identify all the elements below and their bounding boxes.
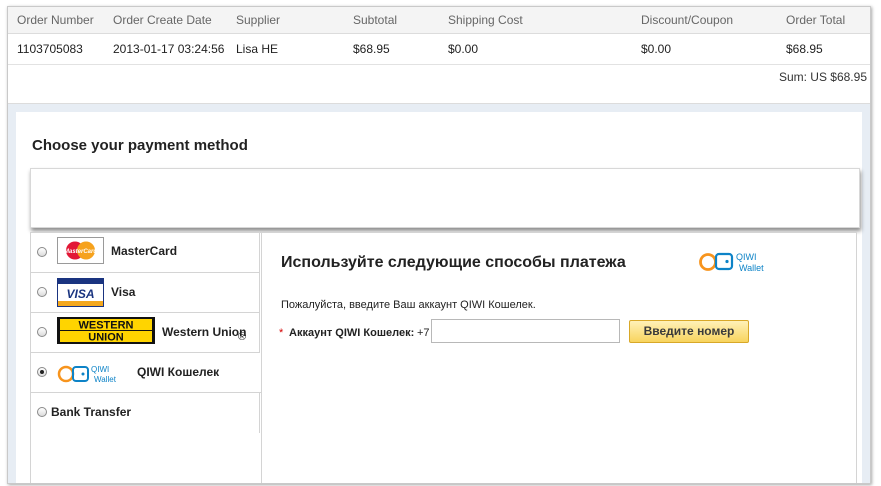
mastercard-logo-icon: MasterCard bbox=[57, 237, 104, 264]
col-shipping-cost: Shipping Cost bbox=[448, 7, 641, 34]
col-order-total: Order Total bbox=[786, 7, 870, 34]
qiwi-form-description: Пожалуйста, введите Ваш аккаунт QIWI Кош… bbox=[281, 299, 536, 311]
visa-label: Visa bbox=[111, 285, 136, 299]
qiwi-heading-logo-bottom: Wallet bbox=[739, 263, 764, 273]
qiwi-logo-bottom-text: Wallet bbox=[94, 375, 117, 384]
supplier-cell: Lisa HE bbox=[236, 33, 353, 65]
payment-method-list: MasterCard MasterCard VISA Visa WESTERN … bbox=[31, 233, 261, 433]
col-subtotal: Subtotal bbox=[353, 7, 448, 34]
qiwi-account-label: Аккаунт QIWI Кошелек: bbox=[289, 327, 415, 339]
payment-method-panel: MasterCard MasterCard VISA Visa WESTERN … bbox=[30, 232, 857, 483]
qiwi-label: QIWI Кошелек bbox=[137, 365, 220, 379]
col-order-create-date: Order Create Date bbox=[113, 7, 236, 34]
order-number-cell: 1103705083 bbox=[8, 33, 113, 65]
order-sum-row: Sum: US $68.95 bbox=[8, 65, 870, 104]
order-total-cell: $68.95 bbox=[786, 33, 870, 65]
visa-logo-icon: VISA bbox=[57, 278, 104, 307]
payment-option-visa[interactable]: VISA Visa bbox=[31, 273, 260, 313]
payment-option-western-union[interactable]: WESTERN UNION Western Union ® bbox=[31, 313, 260, 353]
phone-prefix: +7 bbox=[417, 327, 430, 339]
table-row: 1103705083 2013-01-17 03:24:56 Lisa HE $… bbox=[8, 33, 870, 65]
payment-option-qiwi[interactable]: QIWI Wallet QIWI Кошелек bbox=[31, 353, 261, 393]
wu-logo-line2: UNION bbox=[88, 332, 124, 344]
western-union-label: Western Union bbox=[162, 325, 247, 339]
bank-transfer-label: Bank Transfer bbox=[51, 405, 132, 419]
qiwi-logo-top-text: QIWI bbox=[91, 365, 109, 374]
required-asterisk: * bbox=[279, 327, 284, 339]
col-supplier: Supplier bbox=[236, 7, 353, 34]
mastercard-logo-text: MasterCard bbox=[64, 249, 97, 255]
qiwi-form-heading: Используйте следующие способы платежа bbox=[281, 254, 626, 271]
visa-radio[interactable] bbox=[37, 287, 47, 297]
payment-section: Choose your payment method MasterCard Ma… bbox=[8, 104, 870, 483]
payment-container: Choose your payment method MasterCard Ma… bbox=[16, 112, 862, 483]
qiwi-account-input[interactable] bbox=[431, 319, 620, 343]
discount-cell: $0.00 bbox=[641, 33, 786, 65]
western-union-radio[interactable] bbox=[37, 327, 47, 337]
mastercard-radio[interactable] bbox=[37, 247, 47, 257]
subtotal-cell: $68.95 bbox=[353, 33, 448, 65]
order-table-header-row: Order Number Order Create Date Supplier … bbox=[8, 7, 870, 34]
enter-number-button[interactable]: Введите номер bbox=[629, 320, 749, 343]
payment-option-mastercard[interactable]: MasterCard MasterCard bbox=[31, 233, 260, 273]
qiwi-radio[interactable] bbox=[37, 367, 47, 377]
shipping-cost-cell: $0.00 bbox=[448, 33, 641, 65]
order-summary-table: Order Number Order Create Date Supplier … bbox=[8, 7, 870, 65]
wu-logo-line1: WESTERN bbox=[79, 320, 134, 332]
qiwi-payment-form: Используйте следующие способы платежа QI… bbox=[261, 233, 856, 483]
col-order-number: Order Number bbox=[8, 7, 113, 34]
col-discount-coupon: Discount/Coupon bbox=[641, 7, 786, 34]
visa-logo-text: VISA bbox=[66, 287, 94, 301]
qiwi-wallet-logo-icon: QIWI Wallet bbox=[698, 249, 774, 275]
payment-method-title: Choose your payment method bbox=[32, 137, 248, 154]
order-date-cell: 2013-01-17 03:24:56 bbox=[113, 33, 236, 65]
order-sum-text: Sum: US $68.95 bbox=[778, 70, 867, 84]
payment-banner bbox=[30, 168, 860, 228]
qiwi-wallet-logo-icon: QIWI Wallet bbox=[57, 363, 129, 385]
mastercard-label: MasterCard bbox=[111, 244, 178, 258]
western-union-logo-icon: WESTERN UNION bbox=[57, 317, 155, 344]
payment-option-bank-transfer[interactable]: Bank Transfer bbox=[31, 393, 260, 433]
checkout-window: Order Number Order Create Date Supplier … bbox=[7, 6, 871, 484]
registered-mark: ® bbox=[238, 331, 247, 343]
qiwi-heading-logo-top: QIWI bbox=[736, 252, 757, 262]
bank-transfer-radio[interactable] bbox=[37, 407, 47, 417]
